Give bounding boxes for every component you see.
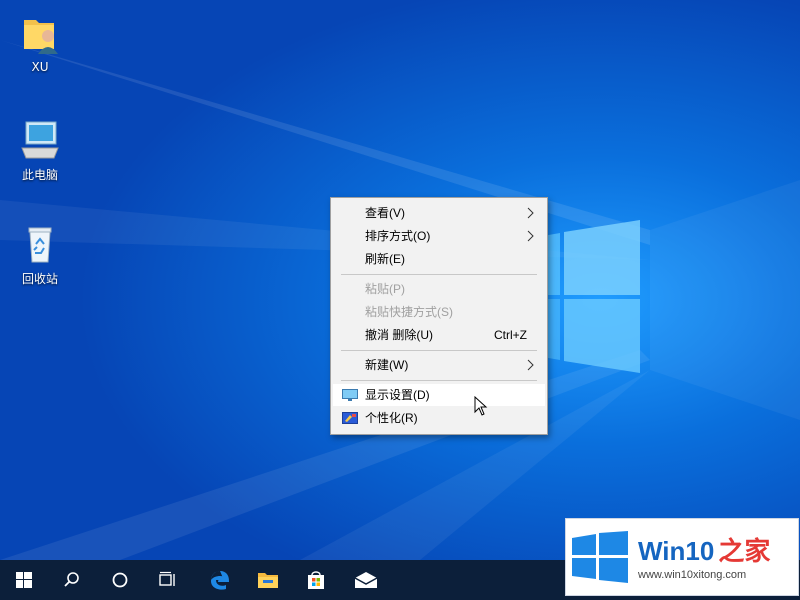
desktop-icon-user[interactable]: XU	[8, 12, 72, 74]
task-view-icon	[159, 571, 175, 586]
menu-item-shortcut: Ctrl+Z	[494, 328, 527, 342]
start-icon	[16, 572, 32, 588]
watermark-brand-rest: 之家	[718, 536, 771, 566]
menu-item-label: 排序方式(O)	[365, 229, 431, 243]
mail-button[interactable]	[342, 560, 390, 600]
desktop-context-menu: 查看(V) 排序方式(O) 刷新(E) 粘贴(P) 粘贴快捷方式(S) 撤消 删…	[330, 197, 548, 435]
start-button[interactable]	[0, 560, 48, 600]
menu-item-label: 查看(V)	[365, 206, 405, 220]
mouse-cursor-icon	[474, 396, 488, 416]
windows-logo-icon	[572, 531, 628, 583]
recycle-bin-icon	[18, 222, 62, 266]
personalize-icon	[342, 412, 358, 424]
edge-icon	[211, 571, 229, 590]
cortana-icon	[112, 572, 128, 588]
menu-separator	[341, 274, 537, 275]
chevron-right-icon	[527, 230, 534, 242]
menu-item-sort-by[interactable]: 排序方式(O)	[333, 225, 545, 247]
cortana-button[interactable]	[96, 560, 144, 600]
watermark-logo: Win10 之家 www.win10xitong.com	[565, 518, 799, 596]
file-explorer-icon	[258, 573, 278, 588]
menu-item-display-settings[interactable]: 显示设置(D)	[333, 384, 545, 406]
menu-item-personalize[interactable]: 个性化(R)	[333, 407, 545, 429]
desktop-icon-label: 此电脑	[21, 168, 58, 182]
chevron-right-icon	[527, 207, 534, 219]
store-icon	[308, 571, 324, 589]
store-button[interactable]	[292, 560, 340, 600]
desktop-icon-recycle-bin[interactable]: 回收站	[8, 222, 72, 287]
task-view-button[interactable]	[144, 560, 192, 600]
menu-item-label: 新建(W)	[365, 358, 409, 372]
menu-item-label: 个性化(R)	[365, 411, 418, 425]
menu-item-label: 撤消 删除(U)	[365, 328, 433, 342]
watermark-brand: Win10 之家	[638, 531, 770, 568]
computer-icon	[18, 118, 62, 162]
menu-item-label: 显示设置(D)	[365, 388, 430, 402]
desktop-icon-label: 回收站	[21, 272, 58, 286]
menu-item-paste-shortcut: 粘贴快捷方式(S)	[333, 301, 545, 323]
mail-icon	[354, 572, 378, 588]
display-settings-icon	[342, 389, 358, 401]
menu-item-label: 刷新(E)	[365, 252, 405, 266]
desktop-icon-this-pc[interactable]: 此电脑	[8, 118, 72, 183]
menu-item-view[interactable]: 查看(V)	[333, 202, 545, 224]
menu-item-label: 粘贴快捷方式(S)	[365, 305, 453, 319]
menu-item-label: 粘贴(P)	[365, 282, 405, 296]
menu-separator	[341, 350, 537, 351]
menu-item-paste: 粘贴(P)	[333, 278, 545, 300]
chevron-right-icon	[527, 359, 534, 371]
desktop-icon-label: XU	[31, 60, 49, 74]
menu-item-undo-delete[interactable]: 撤消 删除(U) Ctrl+Z	[333, 324, 545, 346]
file-explorer-button[interactable]	[244, 560, 292, 600]
menu-item-refresh[interactable]: 刷新(E)	[333, 248, 545, 270]
menu-item-new[interactable]: 新建(W)	[333, 354, 545, 376]
search-icon	[64, 572, 79, 587]
search-button[interactable]	[48, 560, 96, 600]
edge-button[interactable]	[196, 560, 244, 600]
user-folder-icon	[18, 12, 62, 56]
watermark-brand-win: Win10	[638, 536, 715, 566]
watermark-url: www.win10xitong.com	[638, 569, 747, 581]
menu-separator	[341, 380, 537, 381]
